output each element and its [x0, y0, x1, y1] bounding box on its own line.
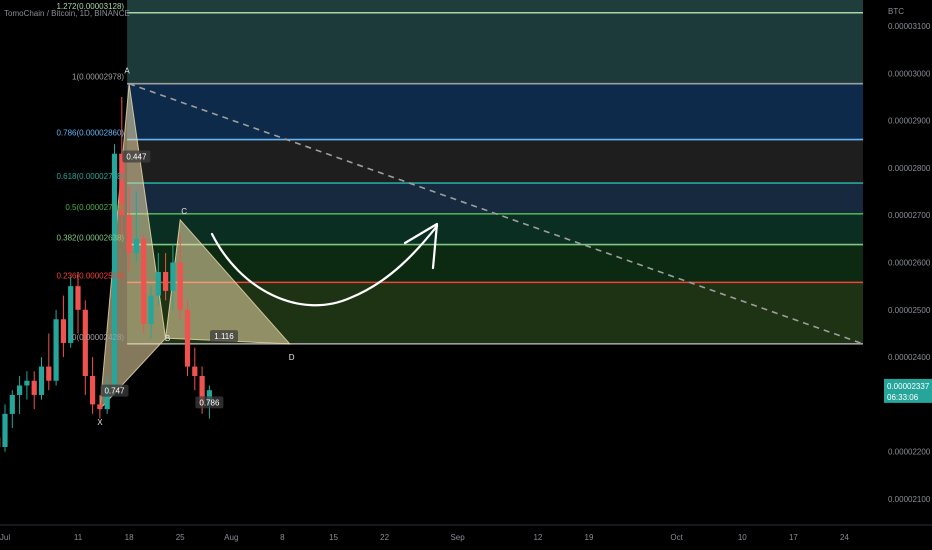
time-tick-7: 22: [380, 533, 389, 542]
candle-body-26: [184, 309, 191, 367]
price-tick-3: 0.00002500: [888, 306, 931, 315]
price-tick-1: 0.00002200: [888, 448, 931, 457]
price-axis[interactable]: BTC 0.00002100 0.00002200 0.00002400 0.0000…: [863, 0, 932, 525]
candle-body-2: [9, 394, 15, 414]
pattern-point-C: C: [181, 207, 187, 216]
price-tick-0: 0.00002100: [888, 495, 931, 504]
fib-zone-0.5: [127, 213, 864, 245]
price-tick-4: 0.00002600: [888, 259, 931, 268]
candle-body-5: [31, 380, 37, 395]
time-tick-12: 10: [738, 533, 747, 542]
time-tick-11: Oct: [670, 533, 683, 542]
bar-countdown: 06:33:06: [887, 393, 919, 402]
candle-body-8: [53, 319, 59, 381]
fib-label-1: 1(0.00002978): [72, 73, 124, 82]
time-tick-14: 24: [840, 533, 849, 542]
ratio-label-2: 1.116: [214, 332, 234, 341]
fib-label-0.5: 0.5(0.00002703): [65, 203, 124, 212]
fib-label-0.618: 0.618(0.00002768): [56, 172, 124, 181]
price-tick-9: 0.00003100: [888, 22, 931, 31]
fib-zone-top: [127, 0, 864, 13]
time-tick-8: Sep: [450, 533, 465, 542]
pattern-point-D: D: [289, 353, 295, 362]
price-tick-7: 0.00002900: [888, 117, 931, 126]
candle-body-11: [75, 286, 81, 310]
price-tick-2: 0.00002400: [888, 353, 931, 362]
price-tick-8: 0.00003000: [888, 69, 931, 78]
time-tick-2: 18: [125, 533, 134, 542]
fib-zone-0.382: [127, 244, 864, 283]
time-tick-10: 19: [585, 533, 594, 542]
time-tick-5: 8: [280, 533, 285, 542]
candle-body-27: [192, 366, 198, 377]
time-tick-6: 15: [329, 533, 338, 542]
candle-body-22: [155, 271, 161, 296]
price-tick-5: 0.00002700: [888, 211, 931, 220]
time-tick-4: Aug: [224, 533, 238, 542]
pattern-point-A: A: [124, 67, 130, 76]
price-tick-6: 0.00002800: [888, 164, 931, 173]
candle-body-3: [17, 385, 23, 395]
chart-title: TomoChain / Bitcoin, 1D, BINANCE: [4, 9, 130, 18]
candle-body-25: [177, 262, 183, 310]
time-tick-13: 17: [789, 533, 798, 542]
candle-body-19: [133, 238, 139, 254]
candle-body-6: [38, 366, 45, 395]
currency-label: BTC: [888, 7, 904, 16]
candle-body-13: [90, 376, 96, 405]
fib-label-0: 0(0.00002428): [72, 333, 124, 342]
candle-body-23: [163, 271, 169, 291]
fib-zone-1: [127, 83, 864, 140]
time-axis[interactable]: Jul 11 18 25 Aug 8 15 22 Sep 12 19 Oct 10 17 24: [0, 524, 932, 542]
price-chart[interactable]: 1.272(0.00003128)1(0.00002978)0.786(0.00…: [0, 0, 932, 550]
fib-zone-0.618: [127, 183, 864, 214]
time-tick-1: 11: [74, 533, 83, 542]
pattern-point-X: X: [97, 418, 103, 427]
candle-body-9: [60, 319, 66, 343]
candle-body-24: [170, 262, 176, 291]
candle-body-14: [97, 404, 103, 410]
fib-label-0.786: 0.786(0.00002860): [56, 129, 124, 138]
time-tick-9: 12: [533, 533, 542, 542]
fib-label-0.382: 0.382(0.00002638): [56, 234, 124, 243]
time-tick-3: 25: [176, 533, 185, 542]
ratio-label-0: 0.447: [126, 152, 147, 161]
fib-zone-1.272: [127, 12, 864, 84]
fib-zone-0.786: [127, 139, 864, 184]
time-tick-0: Jul: [0, 533, 10, 542]
candle-body-18: [126, 215, 132, 254]
last-price: 0.00002337: [887, 382, 930, 391]
candle-body-4: [24, 380, 30, 386]
candle-body-21: [148, 295, 154, 324]
ratio-label-3: 0.786: [199, 398, 220, 407]
candle-body-7: [46, 366, 52, 381]
candle-body-1: [2, 413, 8, 447]
ratio-label-1: 0.747: [104, 387, 125, 396]
candle-body-20: [141, 238, 147, 324]
last-price-badge: 0.00002337 06:33:06: [884, 378, 932, 403]
pattern-point-B: B: [165, 334, 170, 343]
fib-label-0.236: 0.236(0.00002558): [56, 271, 124, 280]
candle-body-12: [82, 309, 88, 377]
candle-body-16: [111, 153, 118, 386]
